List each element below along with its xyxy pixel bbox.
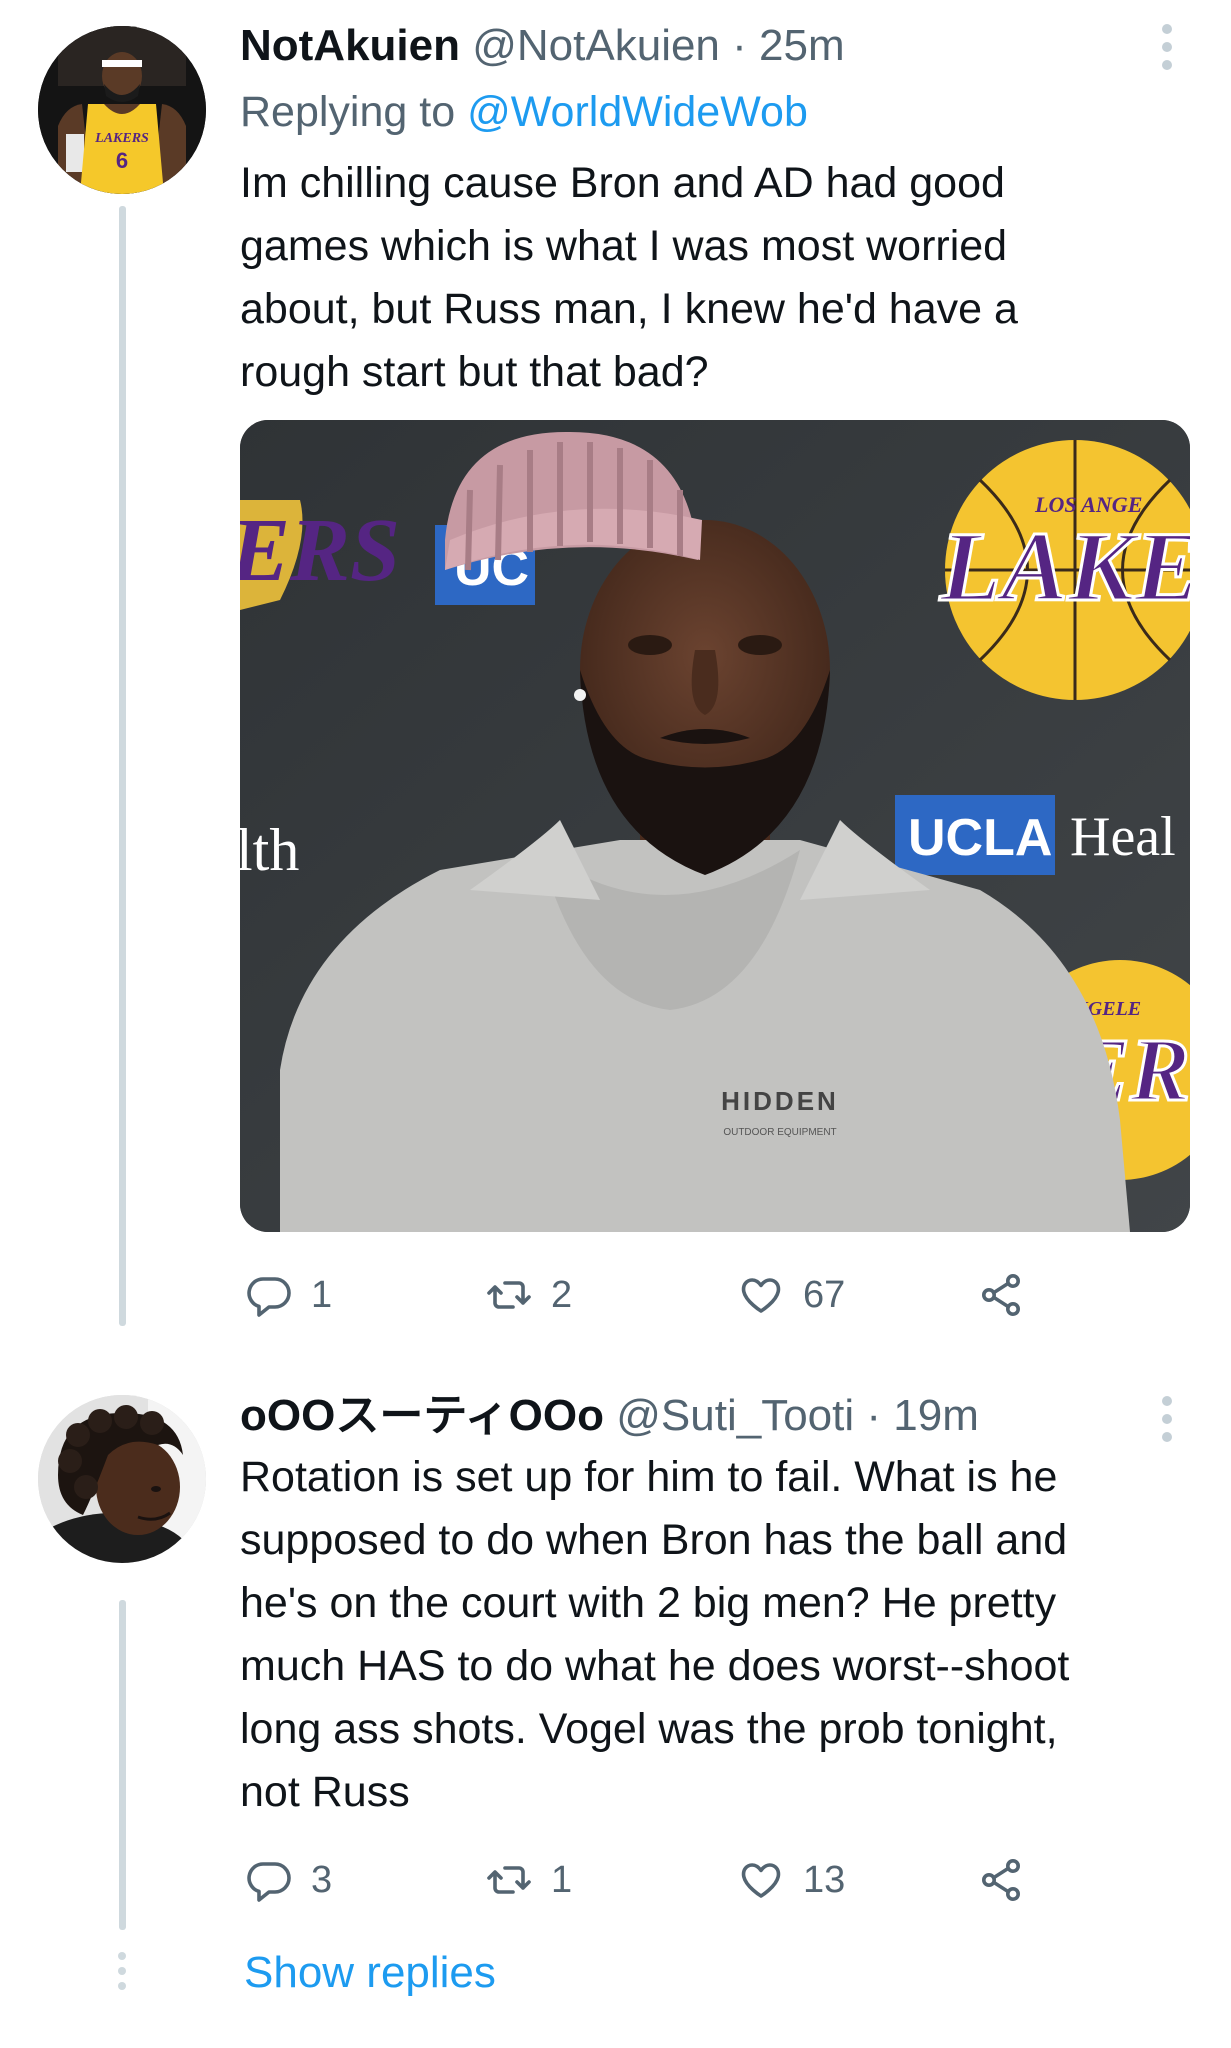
thread-line: [119, 206, 126, 1326]
reply-icon: [247, 1862, 291, 1902]
reply-count: 3: [311, 1858, 333, 1901]
tweet-actions: 3 1 13: [245, 1850, 1065, 1910]
handle[interactable]: @Suti_Tooti: [616, 1391, 854, 1440]
share-icon: [982, 1274, 1020, 1316]
thread-line: [119, 1600, 126, 1930]
retweet-button[interactable]: 1: [485, 1850, 572, 1910]
timestamp[interactable]: 25m: [759, 21, 845, 70]
more-icon[interactable]: [1155, 20, 1179, 80]
retweet-button[interactable]: 2: [485, 1265, 572, 1325]
replying-to: Replying to @WorldWideWob: [240, 86, 808, 138]
display-name[interactable]: NotAkuien: [240, 21, 460, 70]
backdrop-text: UCLA: [908, 809, 1052, 867]
timestamp[interactable]: 19m: [893, 1391, 979, 1440]
tweet-header: oOOスーティOOo @Suti_Tooti · 19m: [240, 1390, 979, 1442]
tweet-actions: 1 2 67: [245, 1265, 1065, 1325]
more-icon[interactable]: [1155, 1392, 1179, 1452]
separator: ·: [732, 21, 747, 70]
display-name[interactable]: oOOスーティOOo: [240, 1391, 604, 1440]
backdrop-text: lth: [240, 817, 299, 883]
like-count: 13: [803, 1858, 846, 1901]
reply-count: 1: [311, 1273, 333, 1316]
separator: ·: [866, 1391, 882, 1440]
tweet-photo[interactable]: ERS UC LOS ANGE LAKER lth UCLA Heal ANGE…: [240, 420, 1190, 1232]
like-button[interactable]: 13: [737, 1850, 845, 1910]
replying-to-label: Replying to: [240, 88, 456, 136]
shirt-print: HIDDEN: [721, 1086, 839, 1116]
share-icon: [982, 1859, 1020, 1901]
handle[interactable]: @NotAkuien: [472, 21, 720, 70]
shirt-print: OUTDOOR EQUIPMENT: [723, 1127, 836, 1138]
show-replies-link[interactable]: Show replies: [244, 1948, 496, 1998]
svg-text:6: 6: [116, 148, 128, 173]
svg-text:LAKERS: LAKERS: [94, 131, 149, 146]
thread-dots-icon: [115, 1952, 129, 1997]
avatar[interactable]: LAKERS 6: [38, 26, 206, 194]
backdrop-text: Heal: [1070, 806, 1176, 868]
retweet-count: 1: [551, 1858, 573, 1901]
tweet-text: Im chilling cause Bron and AD had good g…: [240, 159, 1018, 396]
like-icon: [741, 1863, 781, 1898]
backdrop-text: LAKER: [939, 511, 1190, 622]
reply-button[interactable]: 1: [245, 1265, 332, 1325]
reply-button[interactable]: 3: [245, 1850, 332, 1910]
retweet-icon: [487, 1281, 531, 1309]
reply-icon: [247, 1277, 291, 1317]
tweet-text: Rotation is set up for him to fail. What…: [240, 1453, 1070, 1816]
share-button[interactable]: [977, 1265, 1025, 1325]
retweet-count: 2: [551, 1273, 573, 1316]
retweet-icon: [487, 1866, 531, 1894]
backdrop-text: ERS: [240, 501, 400, 600]
like-button[interactable]: 67: [737, 1265, 845, 1325]
like-count: 67: [803, 1273, 846, 1316]
replying-to-link[interactable]: @WorldWideWob: [467, 88, 808, 136]
share-button[interactable]: [977, 1850, 1025, 1910]
tweet-header: NotAkuien @NotAkuien · 25m: [240, 20, 845, 72]
avatar[interactable]: [38, 1395, 206, 1563]
like-icon: [741, 1278, 781, 1313]
